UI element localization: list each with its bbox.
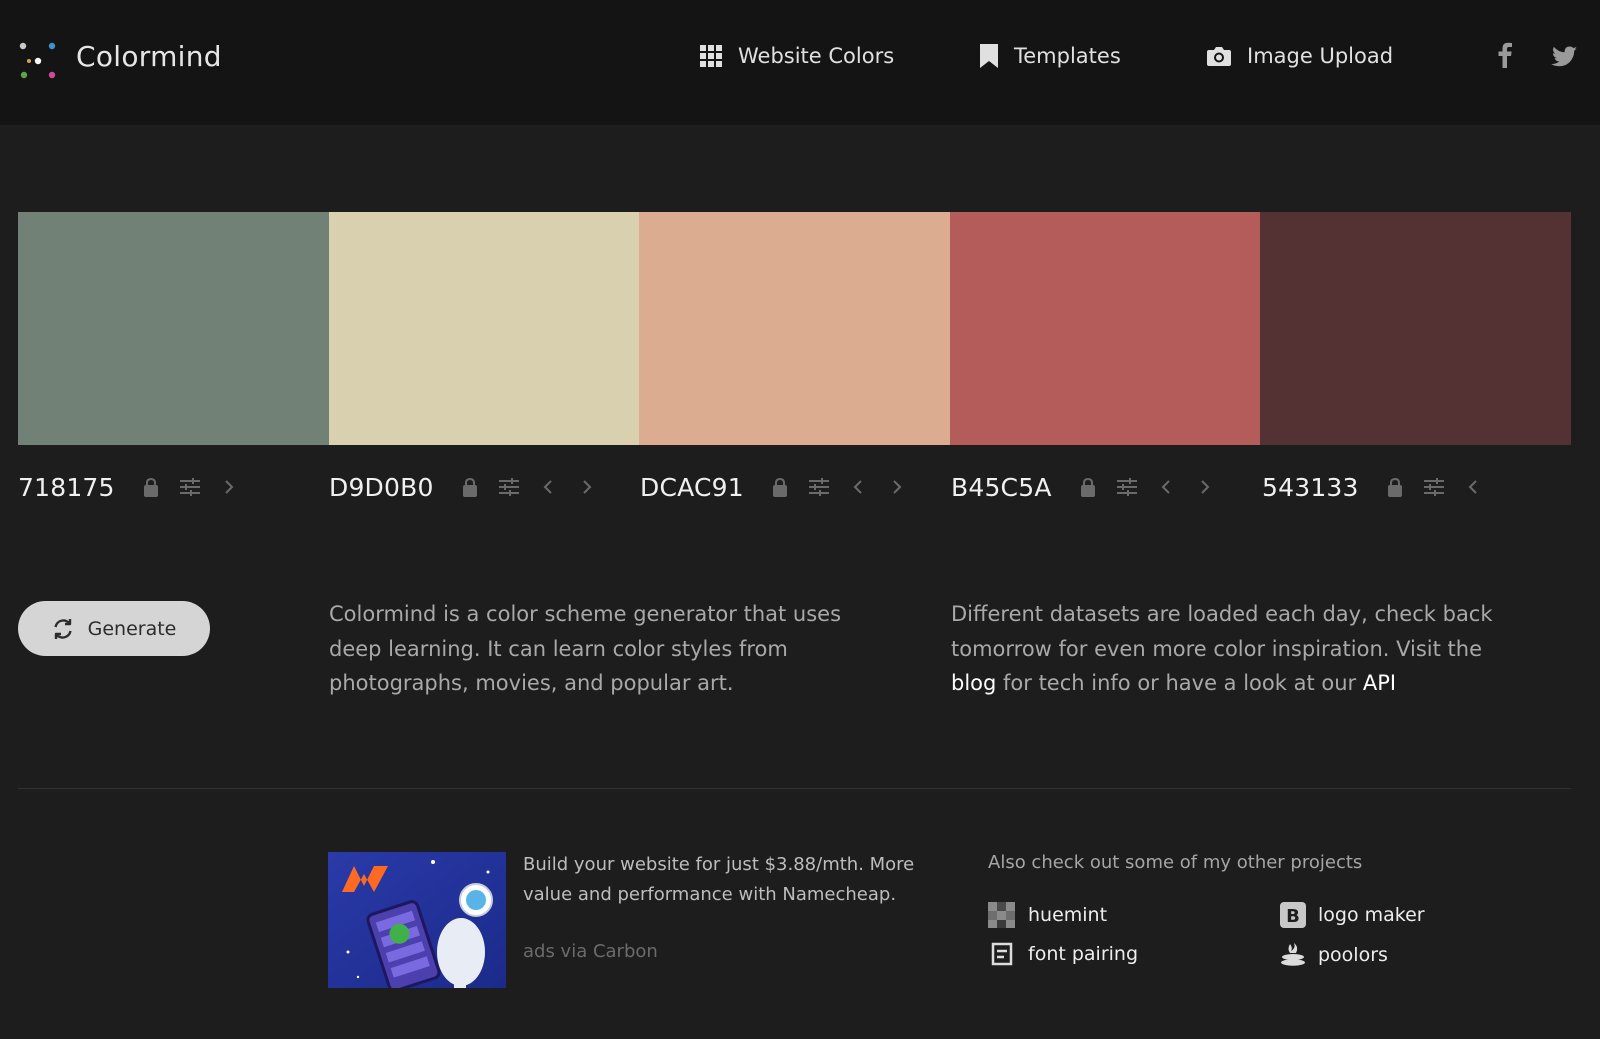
color-info-5: 543133 [1262, 470, 1500, 504]
brand-name[interactable]: Colormind [76, 40, 222, 73]
color-swatch-1[interactable] [18, 212, 329, 445]
lock-icon[interactable] [139, 475, 163, 499]
api-link[interactable]: API [1363, 671, 1396, 695]
project-font-pairing[interactable]: font pairing [988, 942, 1138, 966]
generate-button[interactable]: Generate [18, 601, 210, 656]
nav-label: Templates [1014, 44, 1121, 68]
section-divider [18, 788, 1571, 789]
project-label: font pairing [1028, 943, 1139, 965]
arrow-right-icon[interactable] [575, 475, 599, 499]
project-logo-maker[interactable]: B logo maker [1280, 902, 1425, 928]
arrow-right-icon[interactable] [1193, 475, 1217, 499]
font-pairing-icon [991, 942, 1013, 966]
ads-via-carbon[interactable]: ads via Carbon [523, 941, 658, 962]
poolors-icon [1281, 943, 1305, 966]
description-text: for tech info or have a look at our [996, 671, 1363, 695]
huemint-icon [988, 902, 1015, 928]
project-label: poolors [1318, 944, 1388, 966]
color-swatch-3[interactable] [639, 212, 950, 445]
nav-label: Website Colors [738, 44, 895, 68]
colormind-logo-icon[interactable] [18, 40, 58, 80]
nav-website-colors[interactable]: Website Colors [700, 44, 894, 68]
arrow-right-icon[interactable] [885, 475, 909, 499]
svg-text:B: B [1286, 906, 1300, 927]
description-left: Colormind is a color scheme generator th… [329, 602, 842, 695]
namecheap-ad-image[interactable] [328, 852, 506, 988]
ad-text[interactable]: Build your website for just $3.88/mth. M… [523, 850, 923, 909]
color-swatch-4[interactable] [949, 212, 1261, 445]
color-info-2: D9D0B0 [329, 470, 614, 504]
lock-icon[interactable] [458, 475, 482, 499]
top-navbar: Colormind Website Colors Templates Image… [0, 0, 1600, 125]
palette-swatches [18, 212, 1571, 445]
bookmark-icon [980, 44, 998, 68]
project-poolors[interactable]: poolors [1280, 942, 1388, 968]
adjust-icon[interactable] [178, 475, 202, 499]
hex-value[interactable]: DCAC91 [640, 473, 744, 502]
generate-label: Generate [87, 617, 177, 640]
lock-icon[interactable] [1076, 475, 1100, 499]
description-text: Different datasets are loaded each day, … [951, 602, 1493, 661]
hex-value[interactable]: 543133 [1262, 473, 1359, 502]
hex-value[interactable]: D9D0B0 [329, 473, 434, 502]
hex-value[interactable]: B45C5A [951, 473, 1052, 502]
description-right: Different datasets are loaded each day, … [951, 597, 1511, 701]
arrow-left-icon[interactable] [1154, 475, 1178, 499]
color-info-1: 718175 [18, 470, 256, 504]
color-swatch-5[interactable] [1260, 212, 1571, 445]
project-label: huemint [1028, 904, 1108, 926]
twitter-icon[interactable] [1551, 46, 1577, 68]
blog-link[interactable]: blog [951, 671, 996, 695]
nav-image-upload[interactable]: Image Upload [1207, 44, 1393, 68]
adjust-icon[interactable] [497, 475, 521, 499]
arrow-left-icon[interactable] [1461, 475, 1485, 499]
facebook-icon[interactable] [1498, 42, 1512, 68]
project-label: logo maker [1318, 904, 1425, 926]
nav-templates[interactable]: Templates [980, 44, 1121, 68]
project-huemint[interactable]: huemint [988, 902, 1107, 928]
adjust-icon[interactable] [1115, 475, 1139, 499]
logo-maker-icon: B [1280, 902, 1306, 928]
projects-title: Also check out some of my other projects [988, 852, 1363, 873]
nav-label: Image Upload [1247, 44, 1394, 68]
lock-icon[interactable] [768, 475, 792, 499]
hex-value[interactable]: 718175 [18, 473, 115, 502]
color-swatch-2[interactable] [328, 212, 640, 445]
camera-icon [1207, 47, 1231, 66]
arrow-left-icon[interactable] [536, 475, 560, 499]
grid-icon [700, 45, 722, 67]
refresh-icon [53, 618, 72, 639]
color-info-3: DCAC91 [640, 470, 924, 504]
lock-icon[interactable] [1383, 475, 1407, 499]
arrow-left-icon[interactable] [846, 475, 870, 499]
arrow-right-icon[interactable] [217, 475, 241, 499]
color-info-4: B45C5A [951, 470, 1232, 504]
adjust-icon[interactable] [1422, 475, 1446, 499]
adjust-icon[interactable] [807, 475, 831, 499]
